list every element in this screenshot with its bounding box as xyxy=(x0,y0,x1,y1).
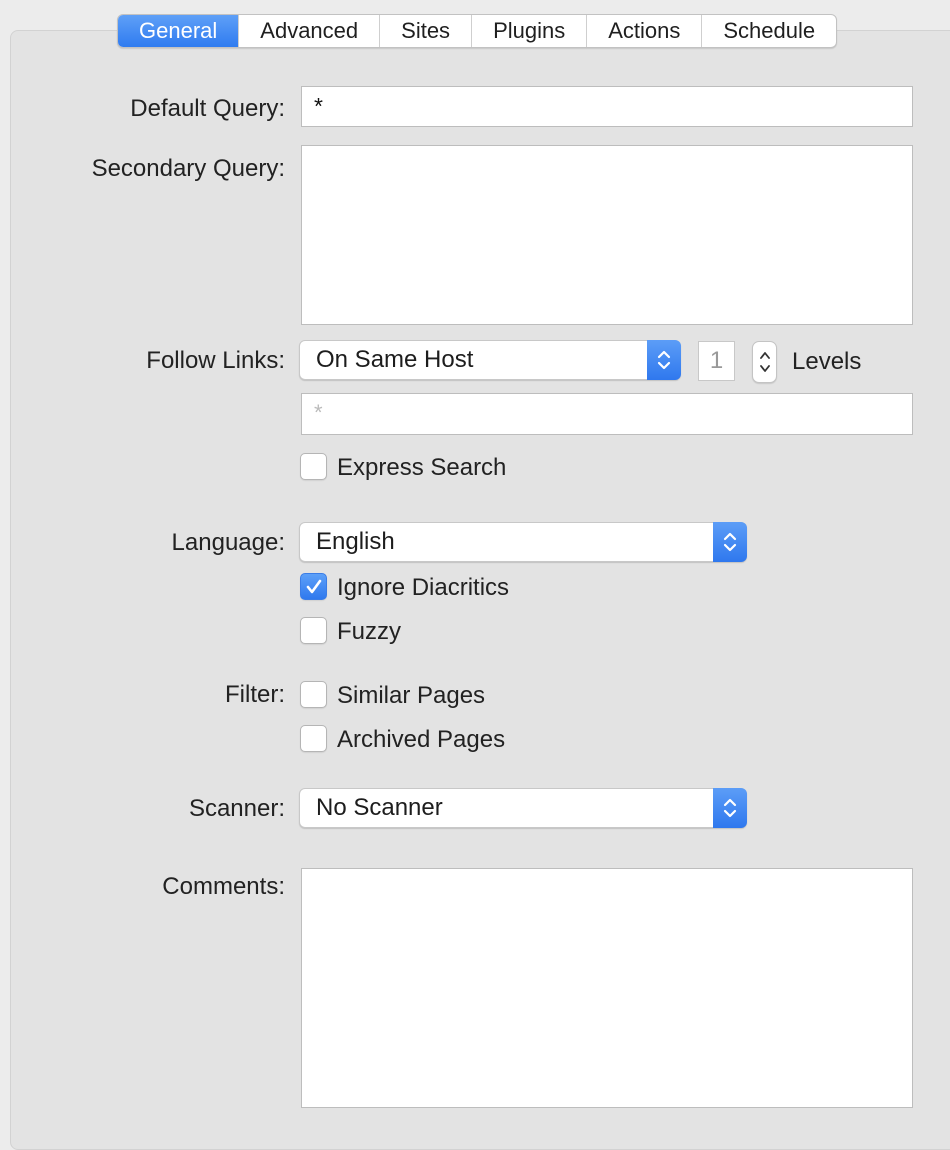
scanner-value: No Scanner xyxy=(316,794,443,821)
tab-general[interactable]: General xyxy=(118,15,239,47)
archived-pages-checkbox[interactable] xyxy=(300,725,327,752)
comments-textarea[interactable] xyxy=(301,868,913,1108)
levels-stepper[interactable] xyxy=(752,341,777,383)
comments-label: Comments: xyxy=(162,873,285,900)
tab-plugins[interactable]: Plugins xyxy=(471,15,586,47)
express-search-checkbox[interactable] xyxy=(300,453,327,480)
fuzzy-checkbox[interactable] xyxy=(300,617,327,644)
checkmark-icon xyxy=(306,579,322,594)
express-search-label: Express Search xyxy=(337,454,507,481)
tab-actions[interactable]: Actions xyxy=(586,15,701,47)
popup-arrows-icon xyxy=(713,788,747,828)
secondary-query-label: Secondary Query: xyxy=(91,155,285,182)
ignore-diacritics-checkbox[interactable] xyxy=(300,573,327,600)
follow-links-value: On Same Host xyxy=(316,346,474,373)
language-value: English xyxy=(316,528,395,555)
levels-label: Levels xyxy=(792,348,862,375)
filter-label: Filter: xyxy=(225,681,285,708)
secondary-query-textarea[interactable] xyxy=(301,145,913,325)
tab-bar: General Advanced Sites Plugins Actions S… xyxy=(117,14,838,48)
follow-links-pattern-input[interactable]: * xyxy=(301,393,913,435)
popup-arrows-icon xyxy=(647,340,681,380)
levels-input[interactable]: 1 xyxy=(698,341,735,381)
similar-pages-label: Similar Pages xyxy=(337,682,486,709)
similar-pages-checkbox[interactable] xyxy=(300,681,327,708)
follow-links-label: Follow Links: xyxy=(146,347,285,374)
popup-arrows-icon xyxy=(713,522,747,562)
scanner-label: Scanner: xyxy=(188,795,285,822)
language-label: Language: xyxy=(171,529,285,556)
tab-schedule[interactable]: Schedule xyxy=(701,15,836,47)
default-query-input[interactable]: * xyxy=(301,86,913,127)
tab-sites[interactable]: Sites xyxy=(379,15,471,47)
archived-pages-label: Archived Pages xyxy=(337,726,506,753)
ignore-diacritics-label: Ignore Diacritics xyxy=(337,574,510,601)
fuzzy-label: Fuzzy xyxy=(337,618,402,645)
default-query-label: Default Query: xyxy=(130,95,285,122)
language-popup[interactable]: English xyxy=(299,522,747,562)
tab-advanced[interactable]: Advanced xyxy=(238,15,379,47)
scanner-popup[interactable]: No Scanner xyxy=(299,788,747,828)
follow-links-popup[interactable]: On Same Host xyxy=(299,340,681,380)
